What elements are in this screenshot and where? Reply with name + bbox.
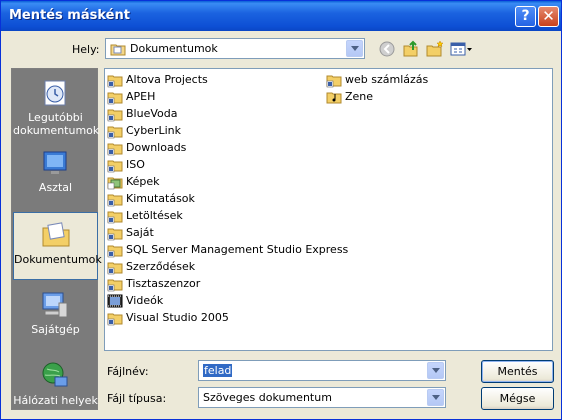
filename-input[interactable]: felad <box>203 364 233 377</box>
folder-icon <box>107 225 123 241</box>
file-name: Zene <box>345 90 374 103</box>
my-documents-icon <box>40 219 72 251</box>
places-bar: Legutóbbi dokumentumok Asztal Dokumentum… <box>11 68 102 410</box>
place-label: Legutóbbi dokumentumok <box>13 111 100 137</box>
file-name: Downloads <box>126 141 187 154</box>
file-name: BlueVoda <box>126 107 178 120</box>
chevron-down-icon[interactable] <box>427 389 444 406</box>
folder-icon <box>107 157 123 173</box>
folder-icon <box>107 242 123 258</box>
help-button[interactable]: ? <box>515 6 536 27</box>
folder-icon <box>107 72 123 88</box>
recent-documents-icon <box>39 77 71 109</box>
filename-combo[interactable]: felad <box>198 360 446 381</box>
title-bar[interactable]: Mentés másként ? ✕ <box>1 1 561 31</box>
place-network-places[interactable]: Hálózati helyek <box>13 354 98 420</box>
lookin-value: Dokumentumok <box>130 42 218 55</box>
save-as-dialog: Mentés másként ? ✕ Hely: Dokumentumok Le… <box>0 0 562 420</box>
folder-icon <box>107 106 123 122</box>
file-name: Visual Studio 2005 <box>126 311 229 324</box>
folder-icon <box>107 276 123 292</box>
folder-icon <box>107 123 123 139</box>
file-list[interactable]: Altova Projects APEH BlueVoda CyberLink Down… <box>104 68 553 351</box>
lookin-combo[interactable]: Dokumentumok <box>105 38 365 59</box>
close-button[interactable]: ✕ <box>538 6 559 27</box>
my-computer-icon <box>39 289 71 321</box>
cancel-button[interactable]: Mégse <box>481 387 554 410</box>
file-name: Videók <box>126 294 164 307</box>
file-name: APEH <box>126 90 156 103</box>
filetype-value: Szöveges dokumentum <box>203 391 332 404</box>
place-label: Sajátgép <box>31 323 80 336</box>
file-name: Altova Projects <box>126 73 208 86</box>
music-folder-icon <box>326 89 342 105</box>
views-menu-icon[interactable] <box>449 39 475 61</box>
folder-icon <box>326 72 342 88</box>
file-name: CyberLink <box>126 124 181 137</box>
folder-icon <box>107 191 123 207</box>
place-label: Hálózati helyek <box>13 394 98 407</box>
desktop-icon <box>39 147 71 179</box>
lookin-label: Hely: <box>72 43 100 56</box>
save-button[interactable]: Mentés <box>481 360 554 383</box>
folder-icon <box>107 259 123 275</box>
place-label: Dokumentumok <box>14 253 102 266</box>
network-places-icon <box>39 360 71 392</box>
place-my-computer[interactable]: Sajátgép <box>13 283 98 351</box>
file-name: Tisztaszenzor <box>126 277 201 290</box>
up-folder-icon[interactable] <box>401 39 423 61</box>
file-name: Szerződések <box>126 260 196 273</box>
filetype-label: Fájl típusa: <box>107 392 167 405</box>
filetype-select[interactable]: Szöveges dokumentum <box>198 387 446 408</box>
file-name: SQL Server Management Studio Express <box>126 243 349 256</box>
file-name: Kimutatások <box>126 192 195 205</box>
place-label: Asztal <box>38 181 73 194</box>
chevron-down-icon[interactable] <box>427 362 444 379</box>
videos-folder-icon <box>107 293 123 309</box>
folder-icon <box>107 89 123 105</box>
place-recent-documents[interactable]: Legutóbbi dokumentumok <box>13 71 100 139</box>
file-name: Képek <box>126 175 160 188</box>
folder-docs-icon <box>110 41 126 60</box>
place-my-documents[interactable]: Dokumentumok <box>13 212 102 280</box>
folder-icon <box>107 310 123 326</box>
file-name: web számlázás <box>345 73 429 86</box>
back-icon[interactable] <box>377 39 399 61</box>
window-title: Mentés másként <box>9 8 130 23</box>
file-name: Letöltések <box>126 209 183 222</box>
folder-icon <box>107 208 123 224</box>
file-name: Saját <box>126 226 154 239</box>
new-folder-icon[interactable] <box>425 39 447 61</box>
filename-label: Fájlnév: <box>107 365 149 378</box>
place-desktop[interactable]: Asztal <box>13 141 98 209</box>
folder-icon <box>107 140 123 156</box>
file-name: ISO <box>126 158 145 171</box>
pictures-folder-icon <box>107 174 123 190</box>
chevron-down-icon[interactable] <box>346 40 363 57</box>
